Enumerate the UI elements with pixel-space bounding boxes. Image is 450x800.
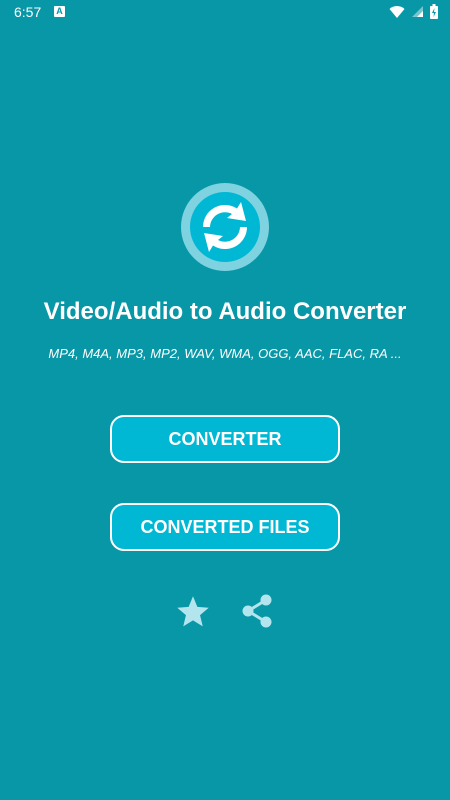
refresh-arrows-icon (181, 183, 269, 271)
action-icons (0, 592, 450, 632)
supported-formats: MP4, M4A, MP3, MP2, WAV, WMA, OGG, AAC, … (48, 346, 402, 361)
star-icon[interactable] (175, 594, 211, 630)
status-bar: 6:57 A (0, 0, 450, 24)
converted-files-button[interactable]: CONVERTED FILES (110, 503, 340, 551)
share-icon[interactable] (238, 592, 276, 630)
status-icons (389, 4, 438, 19)
converter-button[interactable]: CONVERTER (110, 415, 340, 463)
status-time: 6:57 (14, 4, 42, 20)
signal-icon (412, 6, 423, 17)
battery-icon (430, 4, 438, 19)
app-notification-icon: A (54, 6, 65, 17)
wifi-icon (389, 5, 405, 18)
app-title: Video/Audio to Audio Converter (43, 298, 407, 325)
